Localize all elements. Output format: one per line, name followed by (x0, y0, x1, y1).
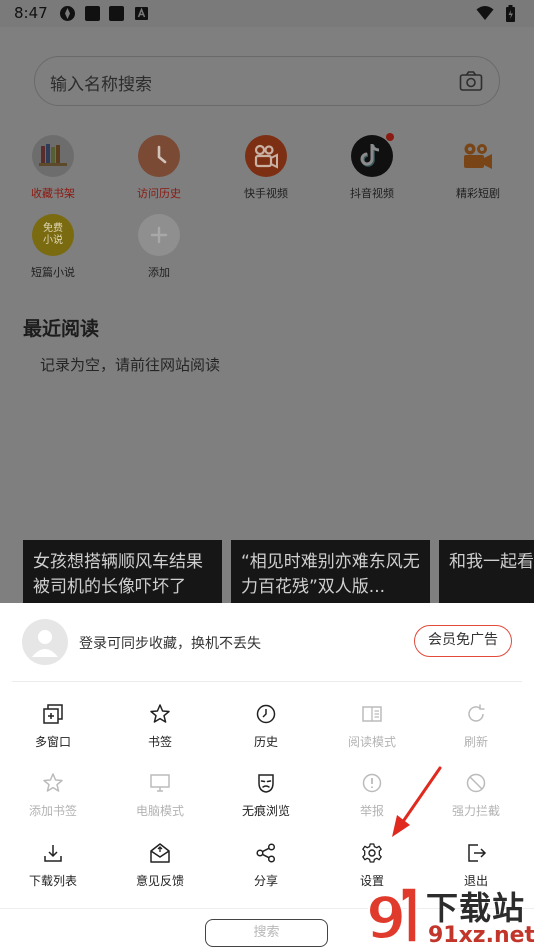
share-icon (256, 843, 276, 863)
desktop-icon (150, 774, 170, 792)
menu-item-desktop-mode[interactable]: 电脑模式 (107, 772, 213, 819)
status-bar: 8:47 (0, 0, 534, 27)
avatar[interactable] (22, 619, 68, 665)
wifi-icon (476, 6, 494, 20)
film-camera-icon (457, 135, 499, 177)
shortcut-short-novel[interactable]: 免费 小说 短篇小说 (13, 214, 93, 280)
feedback-icon (150, 843, 170, 863)
gear-icon (362, 843, 382, 863)
menu-item-incognito[interactable]: 无痕浏览 (213, 772, 319, 819)
star-icon (150, 704, 170, 723)
shortcut-history[interactable]: 访问历史 (119, 135, 199, 201)
multi-window-icon (43, 704, 63, 724)
battery-icon (506, 5, 515, 22)
refresh-icon (468, 704, 485, 722)
watermark: 9 下载站 91xz.net (364, 880, 534, 950)
menu-item-multi-window[interactable]: 多窗口 (0, 703, 106, 750)
shortcut-add[interactable]: 添加 (119, 214, 199, 280)
shortcut-kuaishou[interactable]: 快手视频 (226, 135, 306, 201)
incognito-mask-icon (258, 774, 274, 793)
star-outline-icon (43, 773, 63, 792)
menu-item-downloads[interactable]: 下载列表 (0, 842, 106, 889)
menu-item-reader-mode[interactable]: 阅读模式 (319, 703, 425, 750)
search-bar[interactable]: 输入名称搜索 (34, 56, 500, 106)
shortcut-bookshelf[interactable]: 收藏书架 (13, 135, 93, 201)
shortcut-drama[interactable]: 精彩短剧 (438, 135, 518, 201)
download-icon (44, 845, 62, 862)
block-icon (466, 773, 486, 793)
menu-item-history[interactable]: 历史 (213, 703, 319, 750)
clock-icon (256, 704, 276, 724)
exit-icon (468, 844, 487, 862)
free-novel-badge: 免费 小说 (32, 214, 74, 256)
account-row[interactable]: 登录可同步收藏，换机不丢失 会员免广告 (12, 603, 522, 682)
annotation-arrow-icon (392, 766, 442, 837)
aperture-icon (60, 6, 75, 21)
search-placeholder: 输入名称搜索 (50, 75, 152, 95)
clock-icon (138, 135, 180, 177)
douyin-icon (351, 133, 394, 177)
watermark-url: 91xz.net (428, 923, 534, 948)
menu-item-share[interactable]: 分享 (213, 842, 319, 889)
status-time: 8:47 (14, 4, 48, 22)
svg-text:9: 9 (366, 884, 406, 948)
reader-mode-icon (362, 706, 382, 722)
camera-icon[interactable] (459, 70, 483, 92)
menu-item-bookmarks[interactable]: 书签 (107, 703, 213, 750)
recent-empty-text: 记录为空，请前往网站阅读 (40, 356, 221, 374)
notification-dot (386, 133, 394, 141)
app-square-icon (109, 6, 124, 21)
menu-item-feedback[interactable]: 意见反馈 (107, 842, 213, 889)
app-square-icon (85, 6, 100, 21)
recent-reading-title: 最近阅读 (23, 318, 100, 340)
menu-item-refresh[interactable]: 刷新 (423, 703, 529, 750)
watermark-logo-icon: 9 (365, 883, 417, 948)
menu-item-add-bookmark[interactable]: 添加书签 (0, 772, 106, 819)
kuaishou-icon (245, 135, 287, 177)
bookshelf-icon (32, 135, 74, 177)
shortcut-douyin[interactable]: 抖音视频 (332, 133, 412, 201)
login-prompt[interactable]: 登录可同步收藏，换机不丢失 (79, 633, 261, 653)
vip-no-ads-button[interactable]: 会员免广告 (414, 625, 512, 657)
letter-a-icon (135, 7, 148, 20)
search-button[interactable]: 搜索 (205, 919, 328, 947)
plus-icon (138, 214, 180, 256)
